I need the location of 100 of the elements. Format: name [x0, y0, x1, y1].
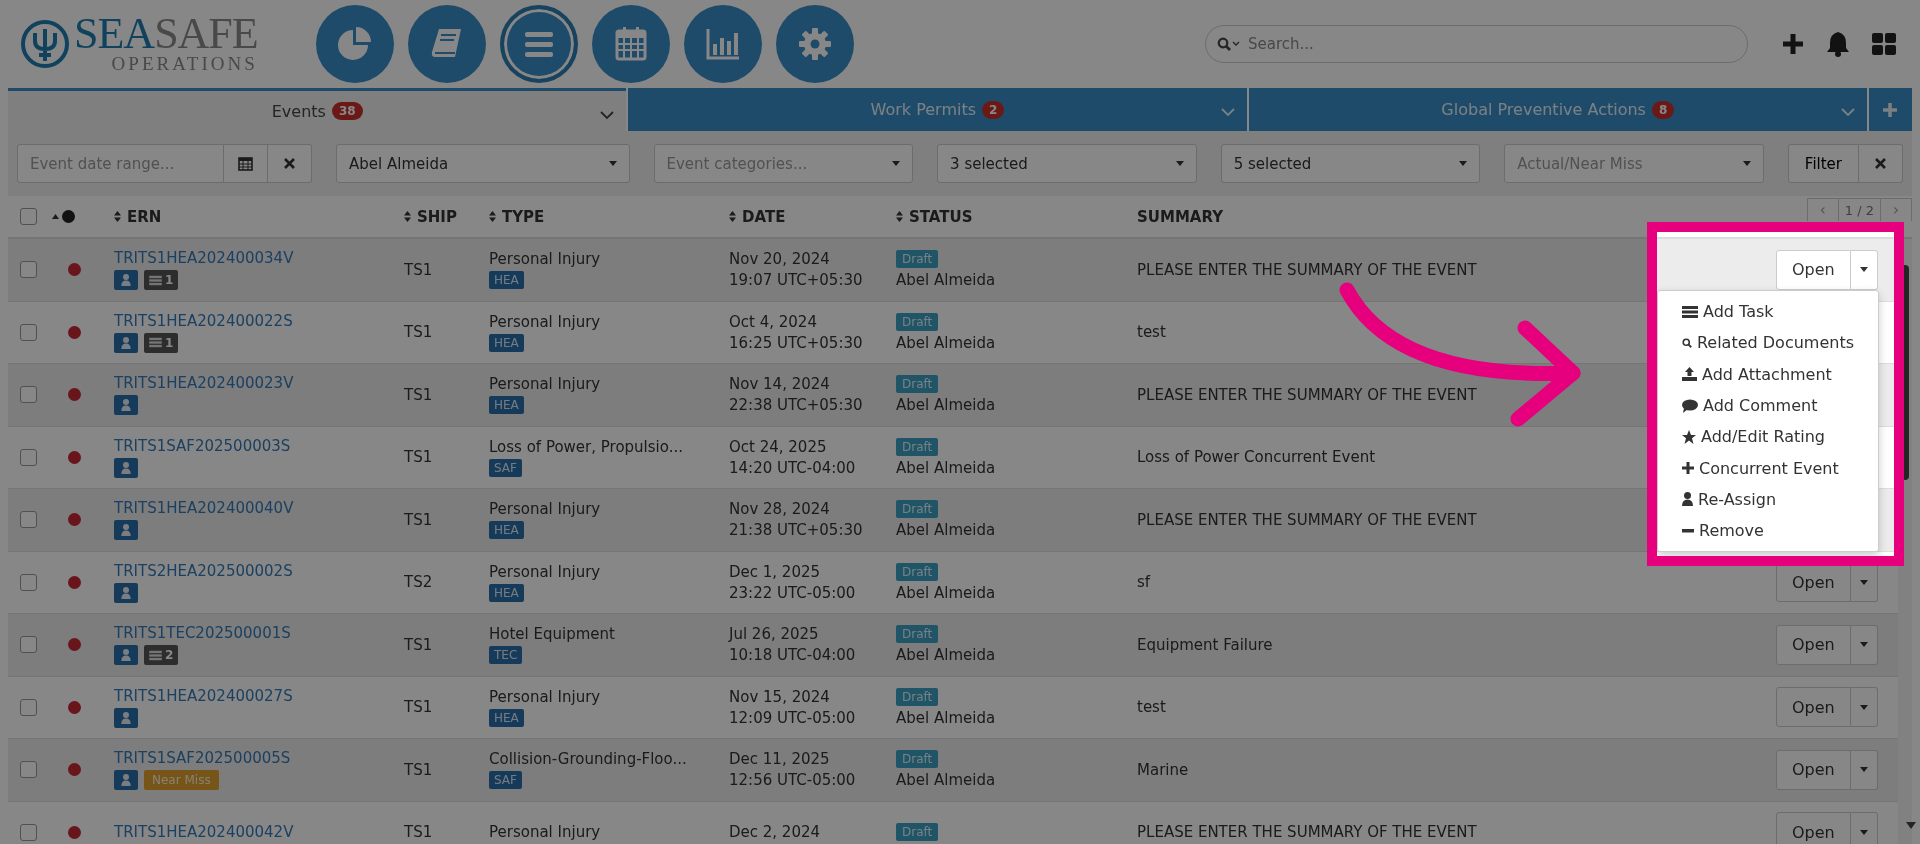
status-label: Draft [896, 500, 939, 519]
type-cell: Personal Injury [489, 562, 601, 581]
menu-item[interactable]: Related Documents [1658, 327, 1878, 359]
assignee-cell: Abel Almeida [896, 521, 996, 540]
status-label: Draft [896, 562, 939, 581]
tab[interactable]: Events 38 [8, 88, 627, 131]
type-cell: Loss of Power, Propulsio... [489, 437, 683, 456]
ship-cell: TS1 [404, 385, 433, 404]
ern-link[interactable]: TRITS1HEA202400027S [114, 686, 293, 705]
ern-link[interactable]: TRITS1HEA202400022S [114, 311, 293, 330]
column-header[interactable]: TYPE [502, 207, 545, 226]
status-label: Draft [896, 250, 939, 269]
status-label: Draft [896, 625, 939, 644]
category-tag: HEA [489, 271, 524, 290]
count-badge: 8 [1651, 100, 1675, 119]
type-cell: Personal Injury [489, 250, 601, 269]
time-cell: 12:09 UTC-05:00 [729, 708, 856, 727]
date-cell: Dec 2, 2024 [729, 823, 821, 842]
date-cell: Nov 15, 2024 [729, 687, 830, 706]
count-label: 1 [165, 273, 174, 288]
assignee-cell: Abel Almeida [896, 458, 996, 477]
count-label: 2 [165, 648, 174, 663]
ern-link[interactable]: TRITS1HEA202400040V [114, 499, 294, 518]
ern-link[interactable]: TRITS1SAF202500005S [114, 749, 291, 768]
logo-wordmark: SEASAFE [74, 14, 258, 54]
ship-cell: TS1 [404, 260, 433, 279]
select-field[interactable]: 3 selected [937, 144, 1197, 183]
summary-cell: Marine [1137, 760, 1189, 779]
count-label: 1 [165, 335, 174, 350]
menu-item[interactable]: Add/Edit Rating [1658, 421, 1878, 453]
category-tag: HEA [489, 708, 524, 727]
open-button[interactable]: Open [1776, 812, 1851, 844]
summary-cell: PLEASE ENTER THE SUMMARY OF THE EVENT [1137, 510, 1477, 529]
menu-item[interactable]: Concurrent Event [1658, 452, 1878, 484]
ern-link[interactable]: TRITS1SAF202500003S [114, 436, 291, 455]
category-tag: HEA [489, 333, 524, 352]
ern-link[interactable]: TRITS1HEA202400042V [114, 823, 294, 842]
open-button[interactable]: Open [1776, 249, 1851, 290]
ship-cell: TS2 [404, 573, 433, 592]
assignee-cell: Abel Almeida [896, 646, 996, 665]
ship-cell: TS1 [404, 323, 433, 342]
open-button[interactable]: Open [1776, 624, 1851, 665]
type-cell: Collision-Grounding-Floo... [489, 750, 687, 769]
category-tag: HEA [489, 396, 524, 415]
summary-cell: Equipment Failure [1137, 635, 1273, 654]
ship-cell: TS1 [404, 698, 433, 717]
date-cell: Nov 20, 2024 [729, 250, 830, 269]
menu-item[interactable]: Re-Assign [1658, 483, 1878, 516]
summary-cell: PLEASE ENTER THE SUMMARY OF THE EVENT [1137, 260, 1477, 279]
menu-item[interactable]: Remove [1658, 515, 1878, 547]
tab[interactable]: Work Permits 2 [626, 88, 1247, 131]
ern-link[interactable]: TRITS2HEA202500002S [114, 561, 293, 580]
type-cell: Personal Injury [489, 687, 601, 706]
column-header[interactable]: DATE [742, 207, 786, 226]
type-cell: Hotel Equipment [489, 625, 615, 644]
filter-button[interactable]: Filter [1787, 144, 1859, 183]
assignee-cell: Abel Almeida [896, 333, 996, 352]
date-cell: Nov 28, 2024 [729, 500, 830, 519]
ern-link[interactable]: TRITS1HEA202400023V [114, 374, 294, 393]
ern-link[interactable]: TRITS1TEC202500001S [114, 624, 291, 643]
assignee-cell: Abel Almeida [896, 771, 996, 790]
near-miss-badge: Near Miss [144, 770, 219, 791]
ship-cell: TS1 [404, 635, 433, 654]
summary-cell: PLEASE ENTER THE SUMMARY OF THE EVENT [1137, 823, 1477, 842]
time-cell: 14:20 UTC-04:00 [729, 458, 856, 477]
ern-link[interactable]: TRITS1HEA202400034V [114, 249, 294, 268]
assignee-cell: Abel Almeida [896, 271, 996, 290]
ship-cell: TS1 [404, 760, 433, 779]
summary-cell: test [1137, 323, 1166, 342]
summary-cell: sf [1137, 573, 1151, 592]
menu-item[interactable]: Add Comment [1658, 389, 1878, 422]
menu-item[interactable]: Add Attachment [1658, 358, 1878, 390]
assignee-cell: Abel Almeida [896, 583, 996, 602]
column-header[interactable]: STATUS [909, 207, 973, 226]
column-header[interactable]: ERN [127, 207, 162, 226]
search-field[interactable]: Search... [1205, 25, 1748, 63]
date-cell: Oct 4, 2024 [729, 312, 817, 331]
status-label: Draft [896, 823, 939, 842]
time-cell: 10:18 UTC-04:00 [729, 646, 856, 665]
type-cell: Personal Injury [489, 500, 601, 519]
category-tag: TEC [489, 646, 523, 665]
category-tag: SAF [489, 458, 522, 477]
status-label: Draft [896, 312, 939, 331]
menu-item[interactable]: Add Task [1658, 296, 1878, 328]
date-cell: Jul 26, 2025 [729, 625, 819, 644]
select-field[interactable]: 5 selected [1220, 144, 1481, 183]
time-cell: 16:25 UTC+05:30 [729, 333, 863, 352]
assignee-cell: Abel Almeida [896, 396, 996, 415]
open-button[interactable]: Open [1776, 687, 1851, 728]
column-header[interactable]: SHIP [417, 207, 457, 226]
summary-cell: test [1137, 698, 1166, 717]
column-header[interactable]: SUMMARY [1137, 207, 1224, 226]
open-button[interactable]: Open [1776, 749, 1851, 790]
select-field[interactable]: Abel Almeida [336, 144, 630, 183]
status-label: Draft [896, 687, 939, 706]
status-label: Draft [896, 375, 939, 394]
time-cell: 19:07 UTC+05:30 [729, 271, 863, 290]
logo-tagline: OPERATIONS [111, 54, 258, 74]
tab[interactable]: Global Preventive Actions 8 [1246, 88, 1867, 131]
count-badge: 2 [982, 100, 1005, 119]
